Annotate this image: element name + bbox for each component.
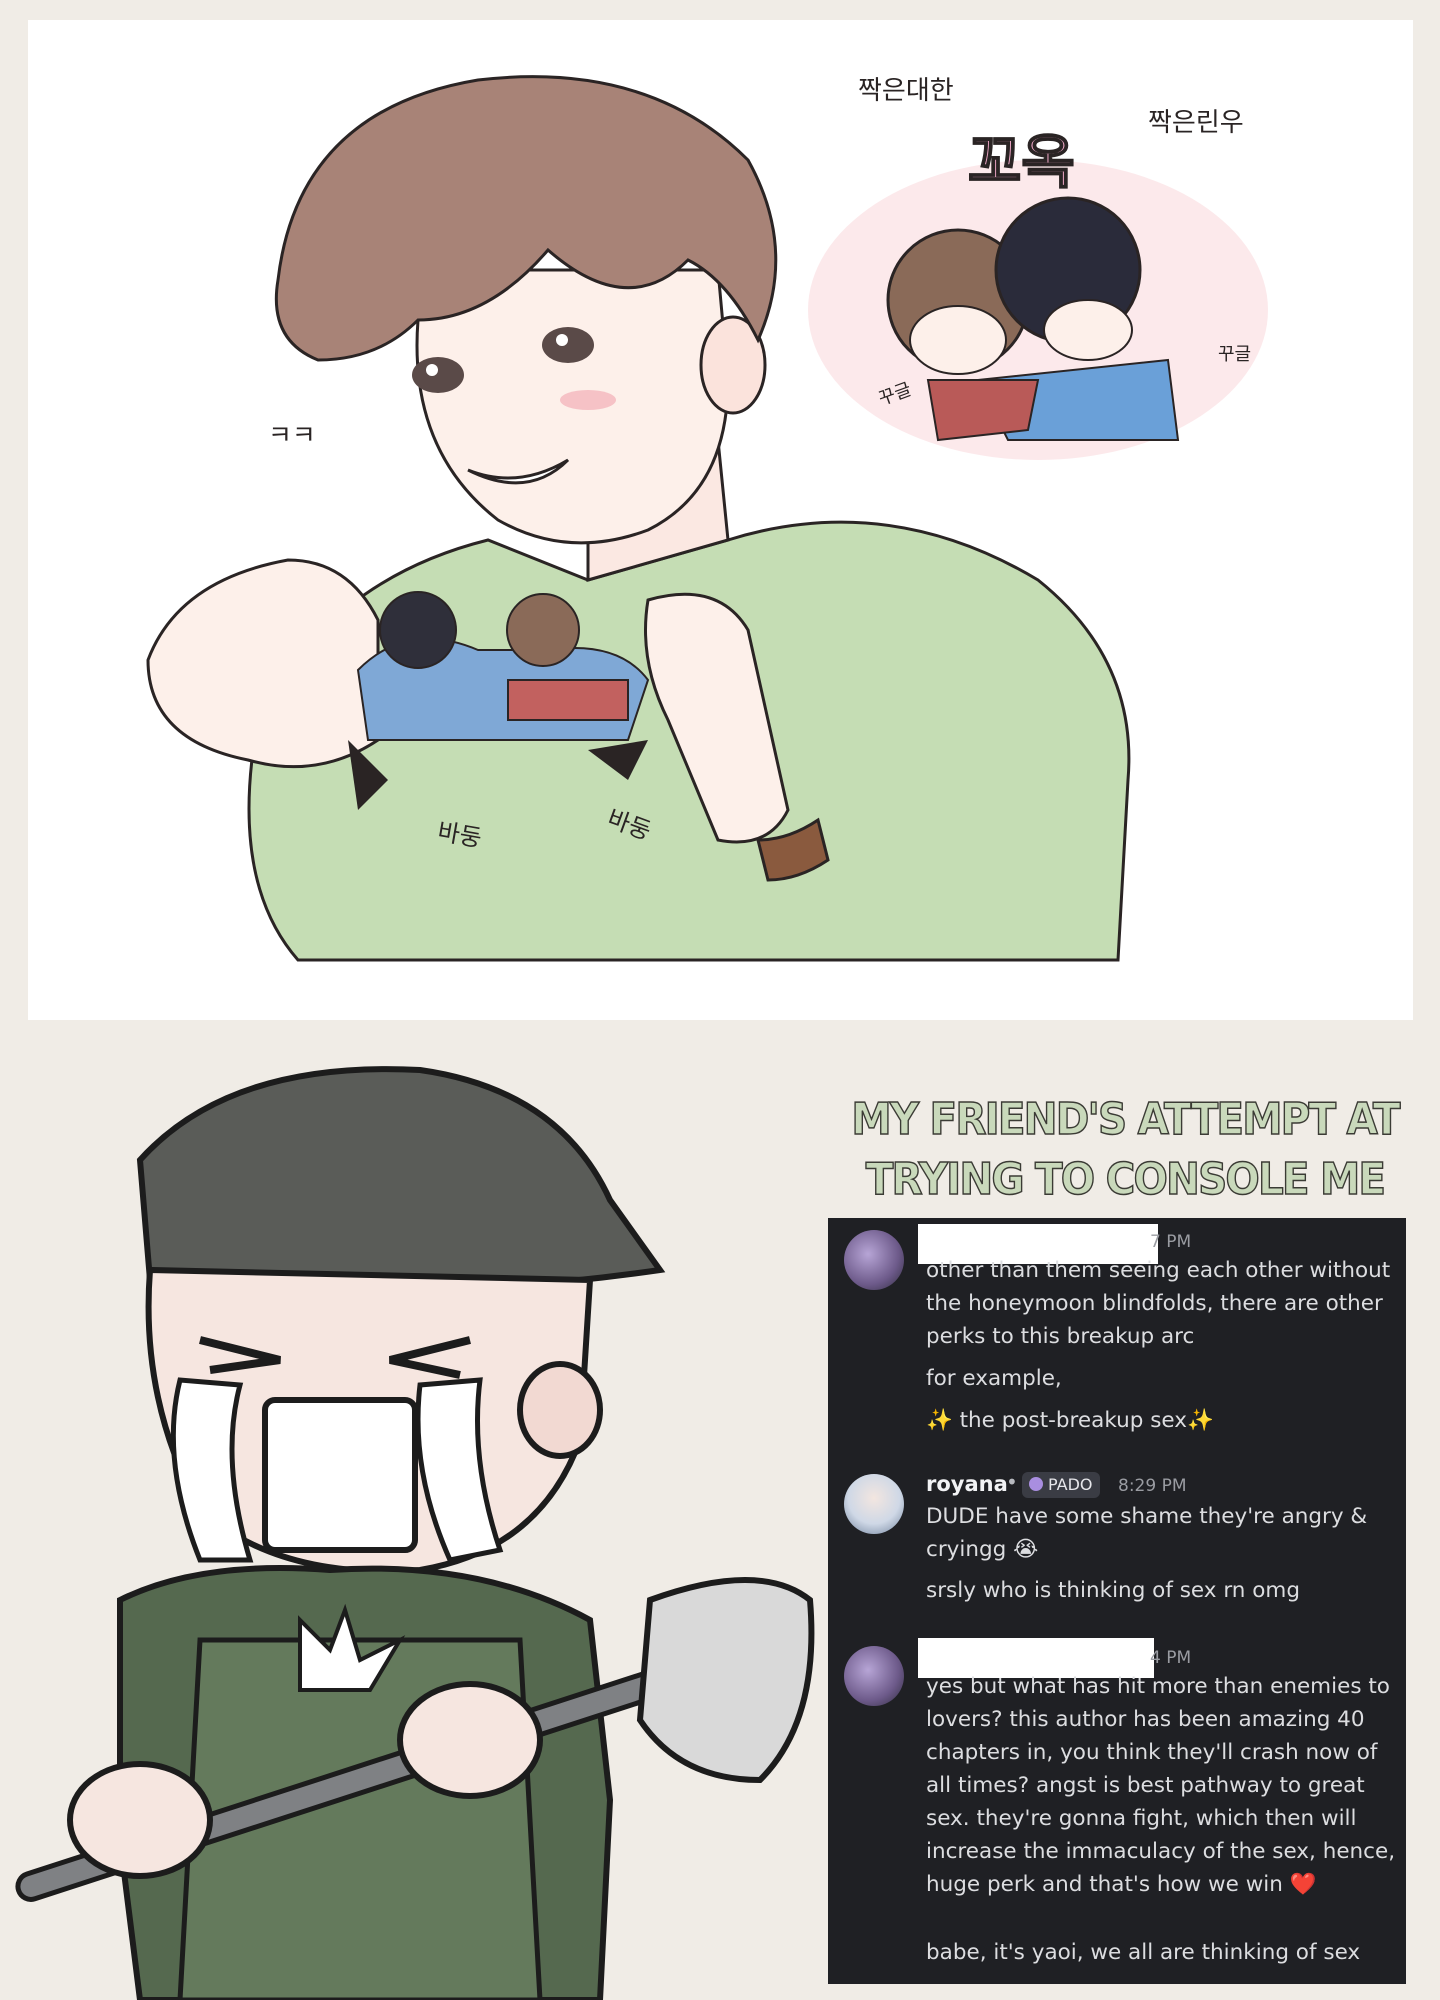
badge-label: PADO [1048, 1475, 1093, 1494]
sfx-laugh: ㅋㅋ [268, 421, 316, 451]
avatar[interactable] [844, 1474, 904, 1534]
crying-chef-illustration [15, 1066, 815, 2000]
illustration-drawing [146, 75, 1268, 962]
pado-badge: PADO [1022, 1472, 1101, 1498]
message-line: other than them seeing each other withou… [926, 1258, 1391, 1349]
sfx-hug: 꼬옥 [967, 127, 1076, 197]
message-line: DUDE have some shame they're angry & cry… [926, 1504, 1368, 1562]
message-line: yes but what has hit more than enemies t… [926, 1674, 1396, 1897]
message-timestamp: 8:29 PM [1118, 1476, 1187, 1496]
avatar[interactable] [844, 1646, 904, 1706]
message-line: ✨ the post-breakup sex✨ [926, 1408, 1214, 1433]
message-timestamp: 4 PM [1150, 1648, 1192, 1668]
sfx-wriggle-1: 바둥 [435, 817, 484, 853]
sfx-top-left: 짝은대한 [858, 76, 954, 106]
message-line: srsly who is thinking of sex rn omg [926, 1578, 1301, 1603]
separator-dot: • [1006, 1470, 1018, 1494]
illustration-panel: 짝은대한 꼬옥 짝은린우 ㅋㅋ 꾸글 꾸글 바둥 바둥 [28, 20, 1413, 1020]
badge-icon [1029, 1477, 1043, 1491]
sfx-top-right: 짝은린우 [1148, 108, 1244, 138]
sfx-squish-right: 꾸글 [1218, 344, 1252, 365]
message-line: for example, [926, 1366, 1062, 1391]
message-line: babe, it's yaoi, we all are thinking of … [926, 1940, 1361, 1965]
message-timestamp: 7 PM [1150, 1232, 1192, 1252]
chat-screenshot: 7 PM other than them seeing each other w… [828, 1218, 1406, 1984]
username[interactable]: royana [926, 1472, 1008, 1496]
avatar[interactable] [844, 1230, 904, 1290]
